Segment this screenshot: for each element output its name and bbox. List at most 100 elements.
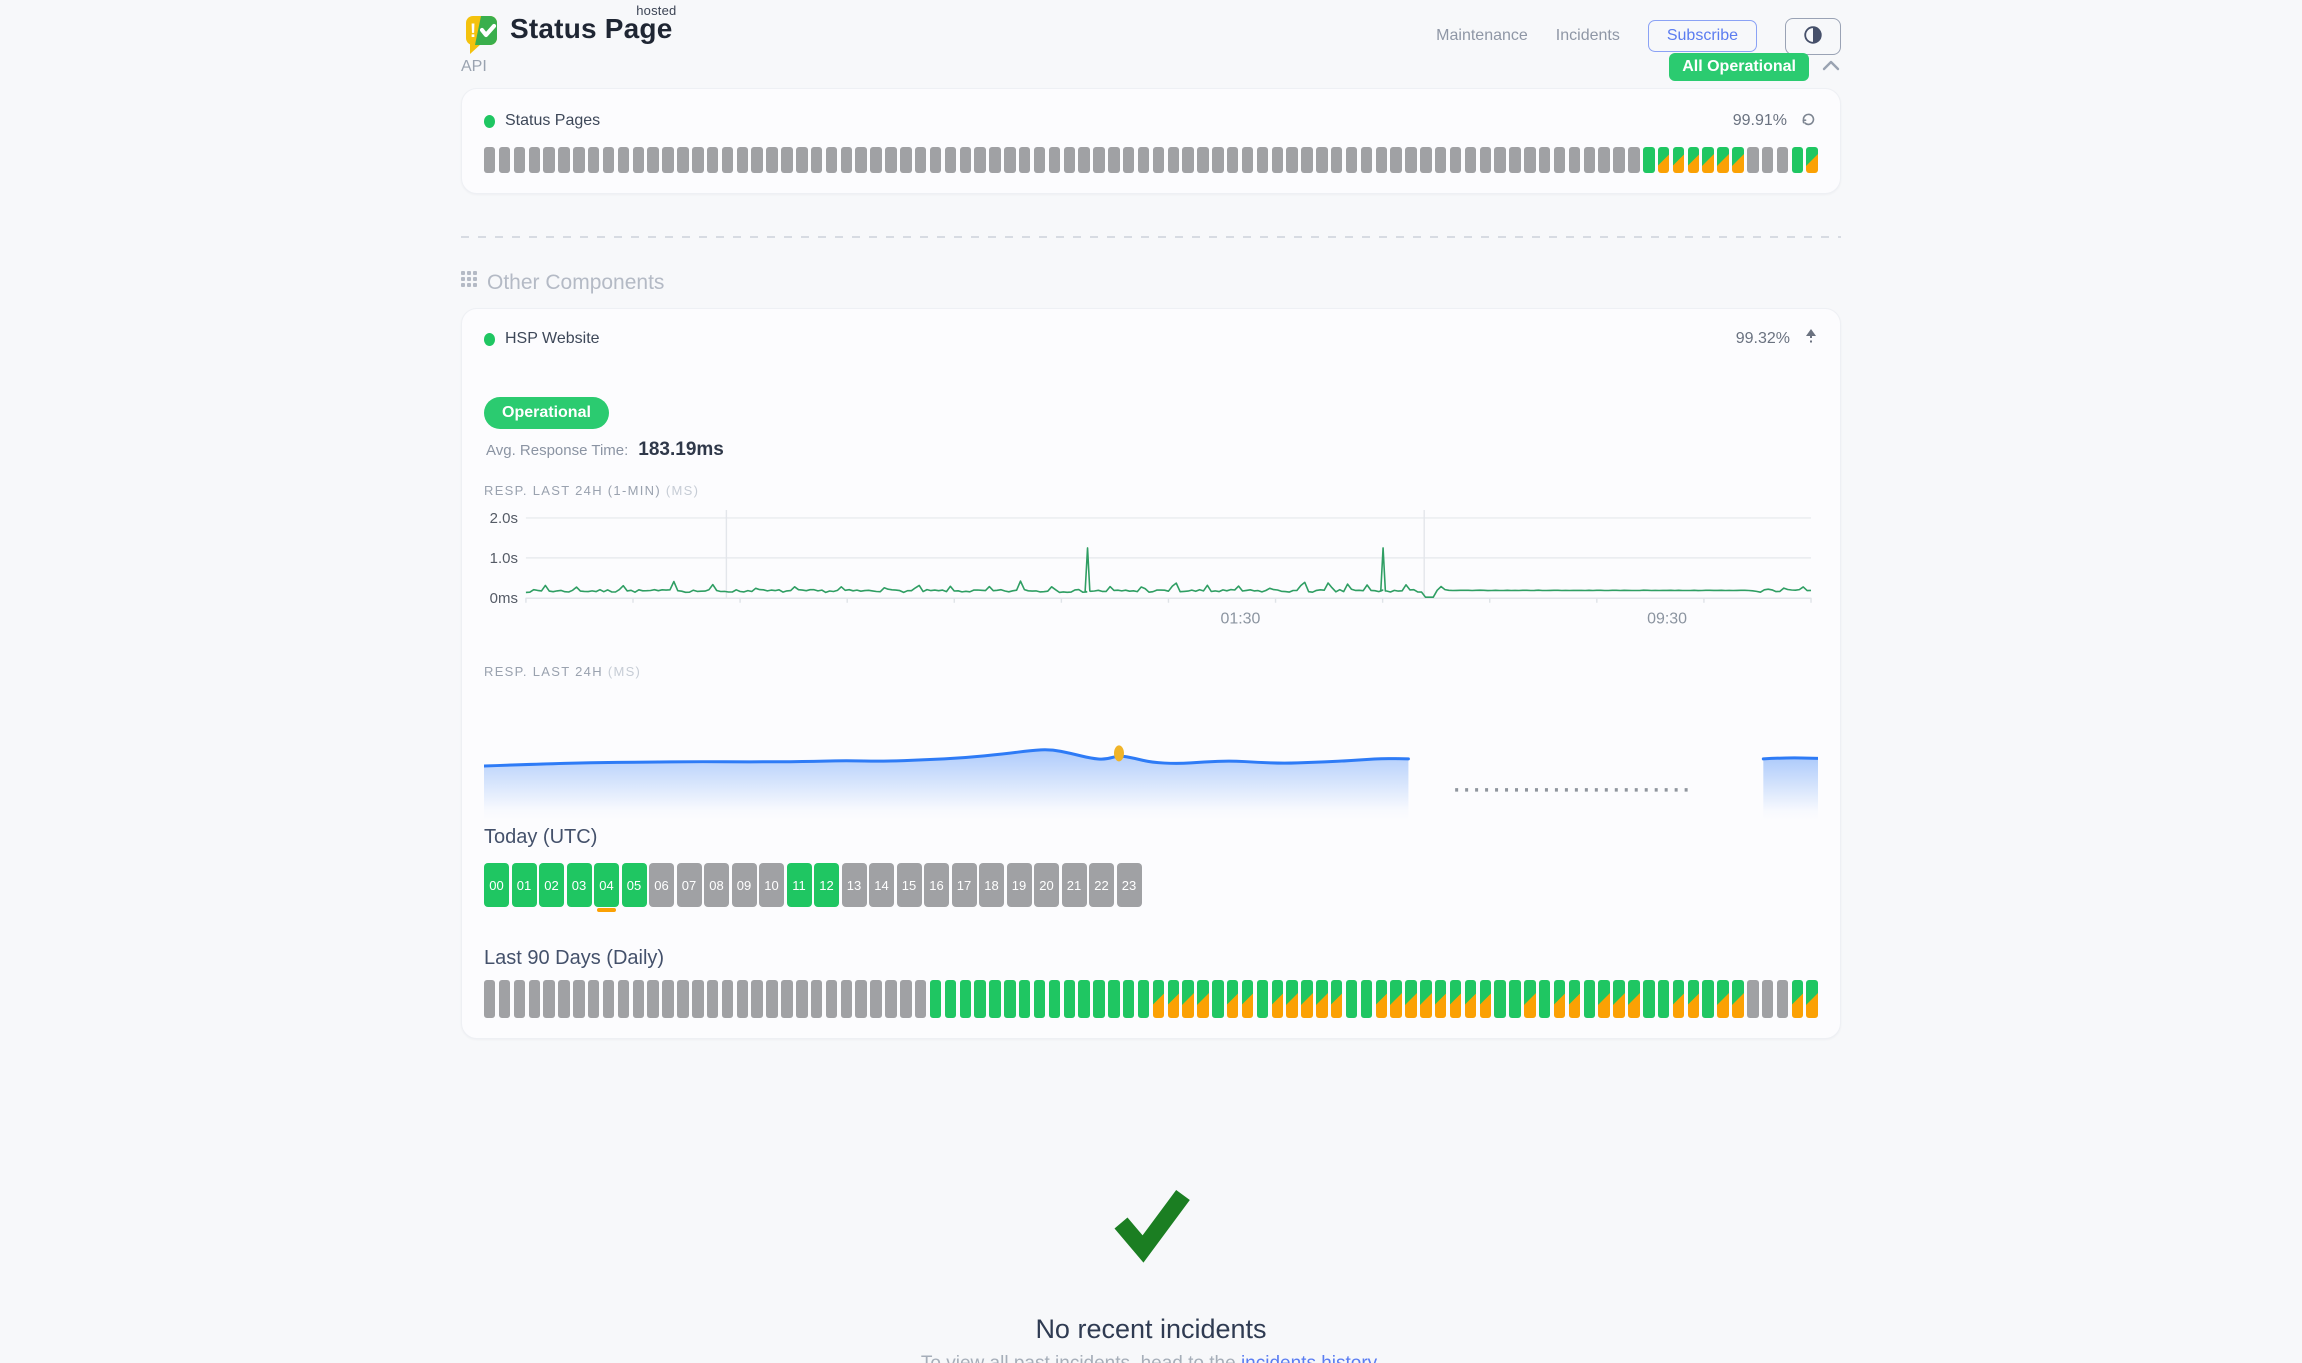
hour-box-22[interactable]: 22 — [1089, 863, 1114, 907]
uptime-bar-none[interactable] — [1257, 147, 1268, 173]
uptime-bar-none[interactable] — [1584, 147, 1595, 173]
uptime-bar-none[interactable] — [618, 980, 629, 1018]
uptime-bar-up[interactable] — [1034, 980, 1045, 1018]
hour-box-09[interactable]: 09 — [732, 863, 757, 907]
arrow-up-icon[interactable] — [1804, 328, 1818, 351]
uptime-bar-none[interactable] — [826, 980, 837, 1018]
uptime-bar-none[interactable] — [1123, 147, 1134, 173]
uptime-bar-partial[interactable] — [1331, 980, 1342, 1018]
uptime-bar-none[interactable] — [900, 147, 911, 173]
uptime-bar-none[interactable] — [722, 980, 733, 1018]
uptime-bar-up[interactable] — [1004, 980, 1015, 1018]
uptime-bar-none[interactable] — [677, 980, 688, 1018]
uptime-bar-partial[interactable] — [1732, 980, 1743, 1018]
uptime-bar-partial[interactable] — [1717, 980, 1728, 1018]
uptime-bar-none[interactable] — [662, 147, 673, 173]
uptime-bar-none[interactable] — [1197, 147, 1208, 173]
uptime-bar-none[interactable] — [855, 980, 866, 1018]
uptime-bar-none[interactable] — [588, 147, 599, 173]
uptime-bar-none[interactable] — [662, 980, 673, 1018]
uptime-bar-partial[interactable] — [1524, 980, 1535, 1018]
uptime-bar-none[interactable] — [751, 980, 762, 1018]
uptime-bar-up[interactable] — [930, 980, 941, 1018]
uptime-bar-partial[interactable] — [1717, 147, 1728, 173]
component-row-status-pages[interactable]: Status Pages 99.91% — [484, 109, 1818, 133]
uptime-bar-none[interactable] — [1539, 147, 1550, 173]
hour-box-18[interactable]: 18 — [979, 863, 1004, 907]
uptime-bar-up[interactable] — [1123, 980, 1134, 1018]
uptime-bar-partial[interactable] — [1598, 980, 1609, 1018]
uptime-bar-none[interactable] — [1613, 147, 1624, 173]
uptime-bar-partial[interactable] — [1153, 980, 1164, 1018]
hour-box-23[interactable]: 23 — [1117, 863, 1142, 907]
hour-box-03[interactable]: 03 — [567, 863, 592, 907]
uptime-bar-none[interactable] — [885, 980, 896, 1018]
hour-box-01[interactable]: 01 — [512, 863, 537, 907]
hour-box-13[interactable]: 13 — [842, 863, 867, 907]
uptime-bar-none[interactable] — [1390, 147, 1401, 173]
uptime-bar-none[interactable] — [618, 147, 629, 173]
uptime-bar-partial[interactable] — [1613, 980, 1624, 1018]
uptime-bar-none[interactable] — [1747, 980, 1758, 1018]
uptime-bar-up[interactable] — [1064, 980, 1075, 1018]
uptime-bar-up[interactable] — [1643, 980, 1654, 1018]
uptime-bar-none[interactable] — [484, 147, 495, 173]
uptime-bar-none[interactable] — [1480, 147, 1491, 173]
uptime-bar-none[interactable] — [484, 980, 495, 1018]
uptime-bar-none[interactable] — [1762, 147, 1773, 173]
uptime-bar-none[interactable] — [692, 980, 703, 1018]
uptime-bar-none[interactable] — [543, 147, 554, 173]
hour-box-04[interactable]: 04 — [594, 863, 619, 907]
uptime-bar-none[interactable] — [677, 147, 688, 173]
uptime-bar-partial[interactable] — [1569, 980, 1580, 1018]
hour-box-19[interactable]: 19 — [1007, 863, 1032, 907]
uptime-bar-none[interactable] — [960, 147, 971, 173]
uptime-bar-none[interactable] — [1182, 147, 1193, 173]
uptime-bar-none[interactable] — [1227, 147, 1238, 173]
uptime-bar-none[interactable] — [722, 147, 733, 173]
uptime-bar-none[interactable] — [900, 980, 911, 1018]
uptime-bar-none[interactable] — [558, 980, 569, 1018]
uptime-bar-none[interactable] — [558, 147, 569, 173]
uptime-bar-none[interactable] — [974, 147, 985, 173]
uptime-bar-partial[interactable] — [1673, 147, 1684, 173]
uptime-bar-none[interactable] — [1509, 147, 1520, 173]
uptime-bar-none[interactable] — [588, 980, 599, 1018]
uptime-bar-none[interactable] — [1361, 147, 1372, 173]
uptime-bar-up[interactable] — [1643, 147, 1654, 173]
uptime-bar-up[interactable] — [1792, 147, 1803, 173]
uptime-bar-none[interactable] — [989, 147, 1000, 173]
uptime-bar-up[interactable] — [1212, 980, 1223, 1018]
uptime-bar-none[interactable] — [603, 980, 614, 1018]
hour-box-00[interactable]: 00 — [484, 863, 509, 907]
uptime-bar-none[interactable] — [766, 147, 777, 173]
uptime-bar-none[interactable] — [1777, 980, 1788, 1018]
uptime-bar-partial[interactable] — [1316, 980, 1327, 1018]
uptime-bar-up[interactable] — [1494, 980, 1505, 1018]
uptime-bar-none[interactable] — [1242, 147, 1253, 173]
uptime-bar-partial[interactable] — [1272, 980, 1283, 1018]
hour-box-21[interactable]: 21 — [1062, 863, 1087, 907]
uptime-bar-partial[interactable] — [1465, 980, 1476, 1018]
uptime-bar-partial[interactable] — [1405, 980, 1416, 1018]
uptime-bar-up[interactable] — [1049, 980, 1060, 1018]
nav-incidents[interactable]: Incidents — [1556, 27, 1620, 45]
uptime-bar-none[interactable] — [1494, 147, 1505, 173]
uptime-bar-none[interactable] — [1376, 147, 1387, 173]
uptime-bar-up[interactable] — [945, 980, 956, 1018]
uptime-bar-up[interactable] — [1658, 980, 1669, 1018]
uptime-bar-up[interactable] — [1584, 980, 1595, 1018]
uptime-bar-none[interactable] — [1212, 147, 1223, 173]
hour-box-14[interactable]: 14 — [869, 863, 894, 907]
uptime-bar-up[interactable] — [1138, 980, 1149, 1018]
uptime-bar-partial[interactable] — [1628, 980, 1639, 1018]
uptime-bar-none[interactable] — [1435, 147, 1446, 173]
uptime-bar-none[interactable] — [826, 147, 837, 173]
uptime-bar-up[interactable] — [1093, 980, 1104, 1018]
uptime-bar-none[interactable] — [1064, 147, 1075, 173]
hour-box-12[interactable]: 12 — [814, 863, 839, 907]
uptime-bar-partial[interactable] — [1420, 980, 1431, 1018]
uptime-bar-none[interactable] — [603, 147, 614, 173]
uptime-bar-partial[interactable] — [1182, 980, 1193, 1018]
uptime-bar-none[interactable] — [529, 980, 540, 1018]
